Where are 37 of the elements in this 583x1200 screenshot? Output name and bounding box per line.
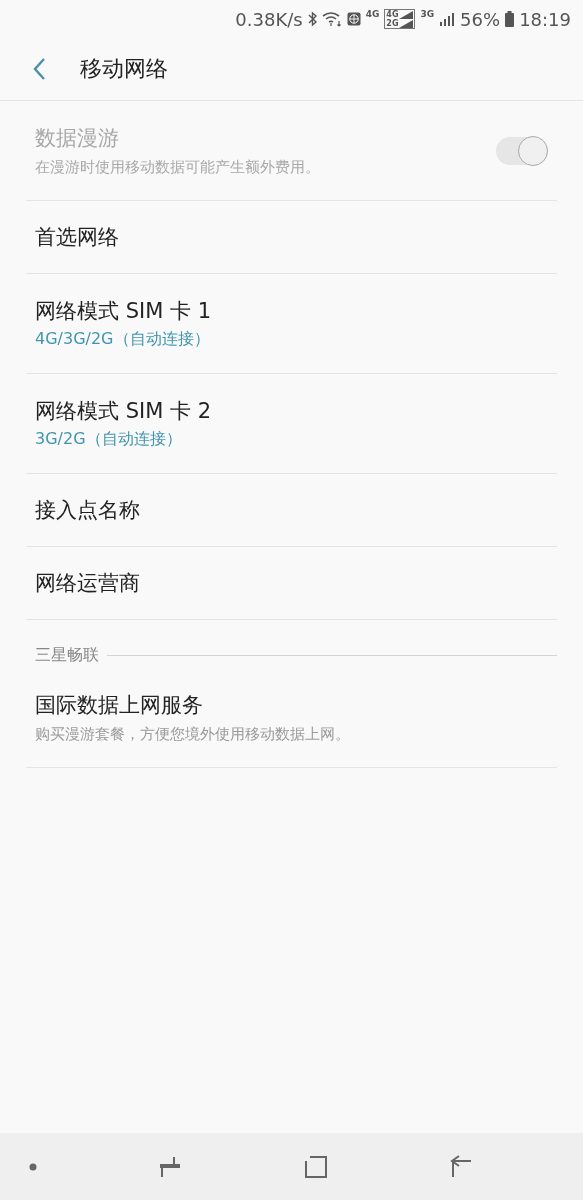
battery-percentage: 56% [460, 8, 501, 30]
item-title: 国际数据上网服务 [35, 692, 204, 719]
settings-item[interactable]: 国际数据上网服务 购买漫游套餐，方便您境外使用移动数据上网。 [26, 668, 557, 768]
item-title: 首选网络 [35, 224, 119, 251]
item-title: 数据漫游 [35, 125, 120, 152]
network-type: 4G [365, 9, 380, 19]
clock: 18:19 [519, 8, 571, 30]
battery-icon [505, 11, 515, 27]
globe-icon [346, 12, 361, 26]
settings-item[interactable]: 网络模式 SIM 卡 1 4G/3G/2G（自动连接） [26, 274, 557, 374]
home-icon[interactable] [304, 1154, 328, 1179]
dot-icon[interactable] [28, 1161, 38, 1172]
signal-icon [399, 10, 414, 19]
page-title: 移动网络 [80, 55, 168, 83]
item-value: 4G/3G/2G（自动连接） [35, 329, 211, 350]
item-description: 在漫游时使用移动数据可能产生额外费用。 [35, 158, 320, 177]
item-title: 接入点名称 [35, 497, 140, 524]
network-type: 2G [386, 19, 399, 28]
settings-item[interactable]: 网络模式 SIM 卡 2 3G/2G（自动连接） [26, 374, 557, 474]
network-speed: 0.38K/s [235, 8, 303, 30]
item-title: 网络模式 SIM 卡 2 [35, 398, 212, 425]
item-title: 网络运营商 [35, 570, 140, 597]
back-icon[interactable] [32, 57, 46, 81]
section-header: 三星畅联 [35, 644, 99, 666]
settings-item[interactable]: 首选网络 [26, 201, 557, 274]
network-type: 4G [386, 10, 399, 19]
item-title: 网络模式 SIM 卡 1 [35, 298, 212, 325]
back-arrow-icon[interactable] [449, 1154, 473, 1179]
item-description: 购买漫游套餐，方便您境外使用移动数据上网。 [35, 725, 350, 744]
wifi-icon [321, 11, 342, 27]
signal-icon [399, 19, 414, 28]
settings-item[interactable]: 接入点名称 [26, 474, 557, 547]
settings-item[interactable]: 网络运营商 [26, 547, 557, 620]
bluetooth-icon [307, 11, 317, 27]
item-value: 3G/2G（自动连接） [35, 429, 183, 450]
signal-icon [439, 12, 456, 26]
network-type: 3G [420, 9, 435, 19]
